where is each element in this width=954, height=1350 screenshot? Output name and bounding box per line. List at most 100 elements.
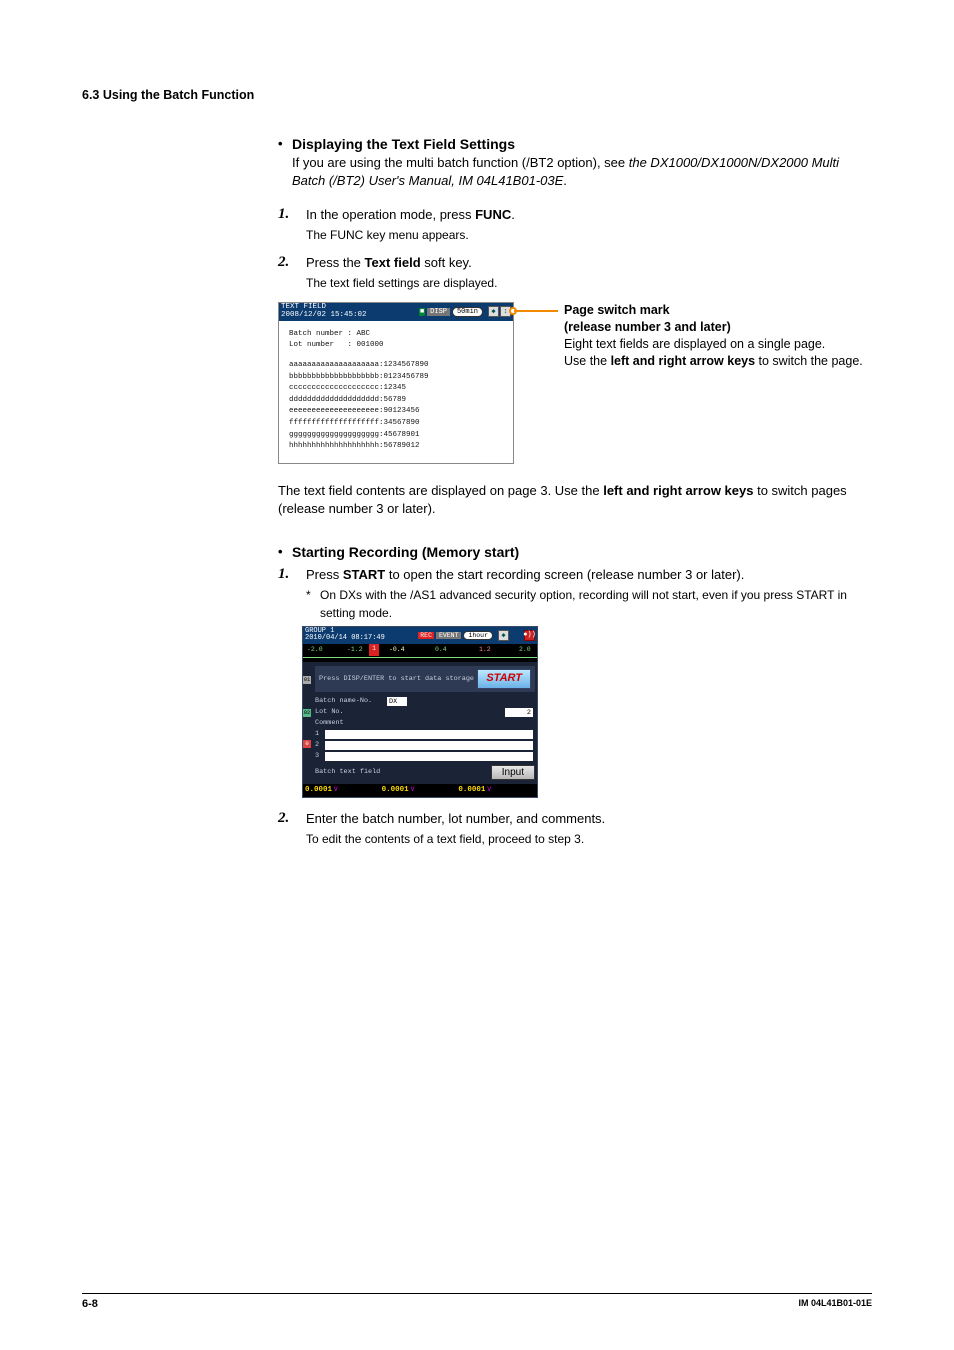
channel-strip-3: 0 bbox=[303, 740, 311, 748]
bullet-icon: • bbox=[278, 544, 292, 562]
page-number: 6-8 bbox=[82, 1298, 98, 1310]
rec-badge: REC bbox=[418, 632, 434, 639]
foot-value-2: 0.0001 bbox=[382, 786, 409, 794]
callout-line-3: Eight text fields are displayed on a sin… bbox=[564, 336, 863, 353]
step-1-text-a: In the operation mode, press bbox=[306, 207, 475, 222]
step-number: 2. bbox=[278, 810, 306, 829]
s2-step-1a: Press bbox=[306, 567, 343, 582]
section-header: 6.3 Using the Batch Function bbox=[82, 88, 872, 102]
tick-m04: -0.4 bbox=[389, 646, 405, 653]
tick-p04: 0.4 bbox=[435, 646, 447, 653]
nav-icon-2: ◆ bbox=[498, 630, 509, 641]
nav-icon: ◆ bbox=[488, 306, 499, 317]
step-number: 1. bbox=[278, 566, 306, 585]
batch-number-value: : ABC bbox=[348, 330, 371, 338]
text-field-screenshot: TEXT FIELD 2008/12/02 15:45:02 ■ DISP 50… bbox=[278, 302, 514, 464]
callout-page-switch: Page switch mark (release number 3 and l… bbox=[564, 302, 863, 464]
comment-1-num: 1 bbox=[315, 729, 325, 739]
document-id: IM 04L41B01-01E bbox=[798, 1298, 872, 1310]
alarm-icon: ●)) bbox=[524, 630, 535, 641]
textfield-softkey-label: Text field bbox=[365, 255, 421, 270]
batch-name-value[interactable]: DX bbox=[387, 697, 407, 706]
leader-line-icon bbox=[514, 310, 558, 312]
tick-m12: -1.2 bbox=[347, 646, 363, 653]
s2-step-1-body: Press START to open the start recording … bbox=[306, 566, 872, 585]
screenshot-title: TEXT FIELD 2008/12/02 15:45:02 bbox=[281, 304, 419, 319]
lot-number-label: Lot number bbox=[289, 341, 348, 349]
foot-unit-3: V bbox=[487, 786, 491, 793]
tick-p20: 2.0 bbox=[519, 646, 531, 653]
comment-2-num: 2 bbox=[315, 740, 325, 750]
heading-displaying-text-field: Displaying the Text Field Settings bbox=[292, 136, 515, 152]
bullet-icon: • bbox=[278, 136, 292, 154]
recording-screenshot: GROUP 1 2010/04/14 08:17:49 REC EVENT 1h… bbox=[302, 626, 538, 798]
start-key-label: START bbox=[343, 567, 385, 582]
disp-badge: DISP bbox=[427, 308, 450, 316]
event-badge: EVENT bbox=[436, 632, 462, 639]
batch-number-label: Batch number bbox=[289, 330, 348, 338]
start-button[interactable]: START bbox=[477, 669, 531, 689]
tick-p12: 1.2 bbox=[479, 646, 491, 653]
intro-period: . bbox=[563, 173, 567, 188]
step-2-sub: The text field settings are displayed. bbox=[306, 275, 872, 292]
intro-text: If you are using the multi batch functio… bbox=[292, 155, 629, 170]
text-field-2: bbbbbbbbbbbbbbbbbbbb:0123456789 bbox=[289, 372, 505, 384]
step-2-body: Press the Text field soft key. bbox=[306, 254, 872, 273]
comment-3-field[interactable] bbox=[325, 752, 533, 761]
text-field-5: eeeeeeeeeeeeeeeeeeee:90123456 bbox=[289, 406, 505, 418]
heading-starting-recording: Starting Recording (Memory start) bbox=[292, 544, 519, 560]
callout-line-4a: Use the bbox=[564, 354, 611, 368]
page-footer: 6-8 IM 04L41B01-01E bbox=[82, 1293, 872, 1310]
note-asterisk-icon: * bbox=[306, 587, 320, 622]
s2-step-2-body: Enter the batch number, lot number, and … bbox=[306, 810, 872, 829]
input-button[interactable]: Input bbox=[491, 765, 535, 780]
comment-label: Comment bbox=[315, 718, 387, 728]
step-number: 2. bbox=[278, 254, 306, 273]
foot-unit-1: V bbox=[334, 786, 338, 793]
foot-unit-2: V bbox=[411, 786, 415, 793]
screenshot2-title: GROUP 1 2010/04/14 08:17:49 bbox=[305, 628, 418, 642]
callout-line-1: Page switch mark bbox=[564, 302, 863, 319]
func-key-label: FUNC bbox=[475, 207, 511, 222]
s2-step-1c: to open the start recording screen (rele… bbox=[385, 567, 744, 582]
batch-name-label: Batch name-No. bbox=[315, 696, 387, 706]
after-screenshot-text: The text field contents are displayed on… bbox=[278, 482, 872, 518]
batch-name-field[interactable] bbox=[409, 697, 533, 706]
scale-ruler: -2.0 -1.2 -0.4 0.4 1.2 2.0 1 bbox=[303, 644, 537, 662]
s2-step-2-sub: To edit the contents of a text field, pr… bbox=[306, 831, 872, 848]
comment-1-field[interactable] bbox=[325, 730, 533, 739]
flag-marker-icon: 1 bbox=[369, 644, 379, 656]
text-field-3: cccccccccccccccccccc:12345 bbox=[289, 383, 505, 395]
text-field-7: gggggggggggggggggggg:45678901 bbox=[289, 430, 505, 442]
step-1-sub: The FUNC key menu appears. bbox=[306, 227, 872, 244]
lot-no-value[interactable]: 2 bbox=[505, 708, 533, 717]
step-number: 1. bbox=[278, 206, 306, 225]
lot-number-value: : 001000 bbox=[348, 341, 384, 349]
comment-3-num: 3 bbox=[315, 751, 325, 761]
callout-line-4c: to switch the page. bbox=[755, 354, 863, 368]
text-field-1: aaaaaaaaaaaaaaaaaaaa:1234567890 bbox=[289, 360, 505, 372]
foot-value-1: 0.0001 bbox=[305, 786, 332, 794]
text-field-4: dddddddddddddddddddd:56789 bbox=[289, 395, 505, 407]
note-text: On DXs with the /AS1 advanced security o… bbox=[320, 587, 872, 622]
text-field-8: hhhhhhhhhhhhhhhhhhhh:56789012 bbox=[289, 441, 505, 453]
step-1-body: In the operation mode, press FUNC. bbox=[306, 206, 872, 225]
tick-m20: -2.0 bbox=[307, 646, 323, 653]
callout-line-2: (release number 3 and later) bbox=[564, 319, 863, 336]
lot-no-label: Lot No. bbox=[315, 707, 387, 717]
interval-pill-2: 1hour bbox=[463, 631, 493, 640]
foot-value-3: 0.0001 bbox=[458, 786, 485, 794]
step-2-text-c: soft key. bbox=[421, 255, 472, 270]
channel-strip-2: 02 bbox=[303, 709, 311, 717]
disp-enter-message: Press DISP/ENTER to start data storage bbox=[319, 675, 474, 683]
batch-text-field-label: Batch text field bbox=[315, 768, 380, 776]
arrow-keys-label-2: left and right arrow keys bbox=[603, 483, 753, 498]
interval-pill: 50min bbox=[452, 307, 483, 317]
text-field-6: ffffffffffffffffffff:34567890 bbox=[289, 418, 505, 430]
comment-2-field[interactable] bbox=[325, 741, 533, 750]
arrow-keys-label: left and right arrow keys bbox=[611, 354, 755, 368]
after-text-a: The text field contents are displayed on… bbox=[278, 483, 603, 498]
channel-strip-1: 01 bbox=[303, 676, 311, 684]
step-1-text-c: . bbox=[511, 207, 515, 222]
status-badge-icon: ■ bbox=[419, 308, 425, 316]
